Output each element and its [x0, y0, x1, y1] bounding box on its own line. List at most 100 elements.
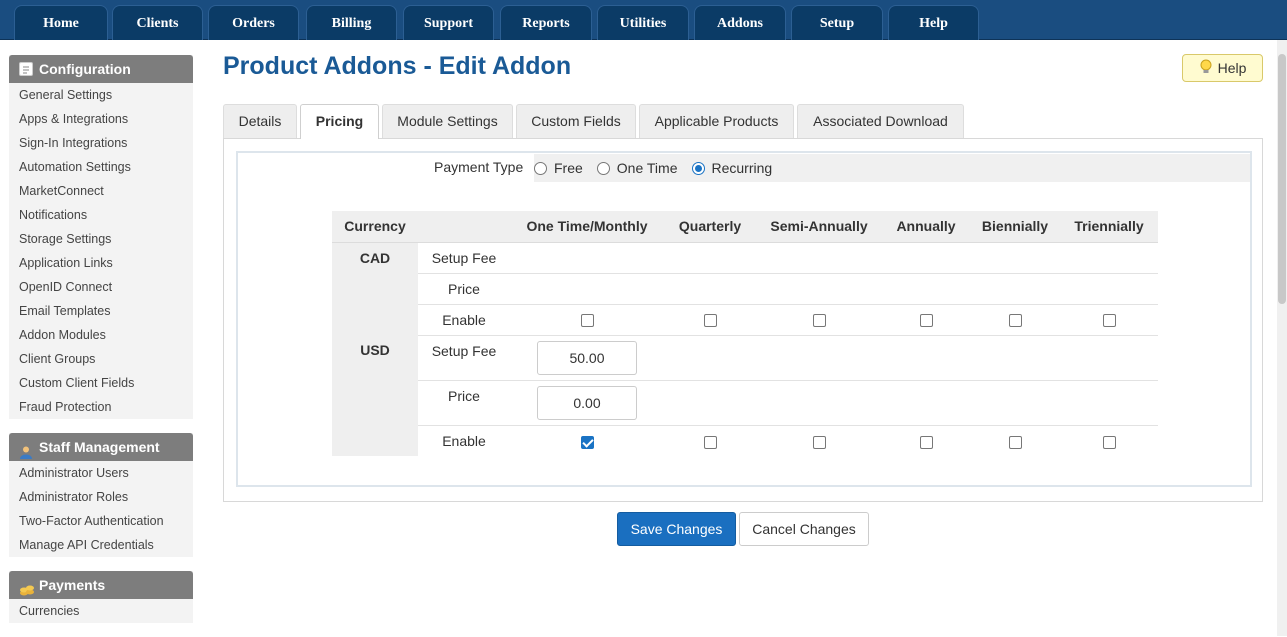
usd-enable-cell [664, 425, 756, 456]
usd-enable-biennially-checkbox[interactable] [1008, 435, 1022, 449]
top-navigation: Home Clients Orders Billing Support Repo… [0, 0, 1287, 40]
row-label: Setup Fee [418, 242, 510, 274]
nav-tab-setup[interactable]: Setup [791, 5, 883, 40]
row-label: Price [418, 380, 510, 426]
column-header: Semi-Annually [756, 211, 882, 243]
sidebar-item-application-links[interactable]: Application Links [9, 251, 193, 275]
cad-enable-quarterly-checkbox[interactable] [703, 314, 717, 328]
tab-applicable-products[interactable]: Applicable Products [639, 104, 794, 138]
tab-details[interactable]: Details [223, 104, 297, 138]
sidebar-item-email-templates[interactable]: Email Templates [9, 299, 193, 323]
cad-enable-cell [1060, 304, 1158, 336]
row-label: Price [418, 273, 510, 305]
nav-tab-billing[interactable]: Billing [306, 5, 397, 40]
table-row: Price 0.00 [332, 380, 1158, 426]
sidebar-item-currencies[interactable]: Currencies [9, 599, 193, 623]
payment-option-free[interactable]: Free [534, 160, 583, 176]
sidebar-item-manage-api-credentials[interactable]: Manage API Credentials [9, 533, 193, 557]
help-button[interactable]: Help [1182, 54, 1263, 82]
sidebar-item-sign-in-integrations[interactable]: Sign-In Integrations [9, 131, 193, 155]
usd-price-cell: 0.00 [510, 380, 664, 426]
usd-setup-fee-cell: 50.00 [510, 335, 664, 381]
sidebar-item-storage-settings[interactable]: Storage Settings [9, 227, 193, 251]
sidebar-item-apps-integrations[interactable]: Apps & Integrations [9, 107, 193, 131]
user-icon [19, 440, 33, 459]
nav-tab-clients[interactable]: Clients [112, 5, 203, 40]
page-scrollbar[interactable] [1277, 40, 1287, 636]
usd-enable-annually-checkbox[interactable] [919, 435, 933, 449]
cad-enable-triennially-checkbox[interactable] [1102, 314, 1116, 328]
sidebar-item-custom-client-fields[interactable]: Custom Client Fields [9, 371, 193, 395]
payment-option-one-time[interactable]: One Time [596, 160, 678, 176]
tab-associated-download[interactable]: Associated Download [797, 104, 964, 138]
pricing-inner: Payment Type Free One Time Recurring Cur… [236, 151, 1252, 487]
empty-cell [510, 273, 1158, 305]
cad-enable-monthly-checkbox[interactable] [580, 314, 594, 328]
usd-setup-fee-monthly-input[interactable]: 50.00 [537, 340, 637, 375]
nav-tab-addons[interactable]: Addons [694, 5, 786, 40]
cad-enable-biennially-checkbox[interactable] [1008, 314, 1022, 328]
tab-pricing[interactable]: Pricing [300, 104, 379, 139]
column-header: Currency [332, 211, 418, 243]
nav-tab-support[interactable]: Support [403, 5, 494, 40]
usd-enable-quarterly-checkbox[interactable] [703, 435, 717, 449]
sidebar-item-openid-connect[interactable]: OpenID Connect [9, 275, 193, 299]
tab-custom-fields[interactable]: Custom Fields [516, 104, 636, 138]
usd-enable-monthly-checkbox[interactable] [580, 435, 594, 449]
usd-enable-cell [882, 425, 970, 456]
sidebar-item-addon-modules[interactable]: Addon Modules [9, 323, 193, 347]
empty-cell [664, 335, 1158, 381]
sidebar-item-general-settings[interactable]: General Settings [9, 83, 193, 107]
save-changes-button[interactable]: Save Changes [617, 512, 736, 546]
sidebar-item-marketconnect[interactable]: MarketConnect [9, 179, 193, 203]
radio-one-time[interactable] [596, 161, 610, 175]
nav-tab-utilities[interactable]: Utilities [597, 5, 689, 40]
usd-price-monthly-input[interactable]: 0.00 [537, 385, 637, 420]
sidebar-header: Staff Management [9, 433, 193, 461]
empty-cell [664, 380, 1158, 426]
payment-option-label: Recurring [711, 160, 773, 176]
nav-tab-help[interactable]: Help [888, 5, 979, 40]
cancel-changes-button[interactable]: Cancel Changes [739, 512, 869, 546]
sidebar-item-client-groups[interactable]: Client Groups [9, 347, 193, 371]
tab-module-settings[interactable]: Module Settings [382, 104, 513, 138]
column-header: Annually [882, 211, 970, 243]
radio-free[interactable] [534, 161, 547, 175]
payment-option-recurring[interactable]: Recurring [691, 160, 773, 176]
nav-tab-home[interactable]: Home [14, 5, 108, 40]
sidebar-item-two-factor-authentication[interactable]: Two-Factor Authentication [9, 509, 193, 533]
pricing-panel: Payment Type Free One Time Recurring Cur… [223, 138, 1263, 502]
radio-recurring[interactable] [691, 161, 705, 175]
scrollbar-thumb[interactable] [1278, 54, 1286, 304]
coins-icon [19, 578, 34, 596]
column-header: Biennially [970, 211, 1060, 243]
sidebar-item-administrator-users[interactable]: Administrator Users [9, 461, 193, 485]
nav-tab-reports[interactable]: Reports [500, 5, 592, 40]
payment-type-label: Payment Type [434, 159, 524, 175]
sidebar-item-automation-settings[interactable]: Automation Settings [9, 155, 193, 179]
usd-enable-triennially-checkbox[interactable] [1102, 435, 1116, 449]
cad-enable-annually-checkbox[interactable] [919, 314, 933, 328]
row-label: Enable [442, 432, 486, 449]
sidebar-item-notifications[interactable]: Notifications [9, 203, 193, 227]
table-row: CAD Setup Fee [332, 242, 1158, 335]
column-header: One Time/Monthly [510, 211, 664, 243]
sidebar-item-fraud-protection[interactable]: Fraud Protection [9, 395, 193, 419]
sidebar-section-staff-management: Staff Management Administrator Users Adm… [9, 433, 193, 557]
help-label: Help [1217, 60, 1247, 76]
row-label: Setup Fee [418, 335, 510, 381]
sidebar-item-administrator-roles[interactable]: Administrator Roles [9, 485, 193, 509]
cad-enable-semiannually-checkbox[interactable] [812, 314, 826, 328]
cad-enable-cell [970, 304, 1060, 336]
usd-enable-cell [970, 425, 1060, 456]
lightbulb-icon [1199, 59, 1213, 78]
table-row: Enable [332, 304, 1158, 336]
nav-tab-orders[interactable]: Orders [208, 5, 299, 40]
empty-cell [510, 242, 1158, 274]
payment-option-label: Free [554, 160, 583, 176]
usd-enable-cell [1060, 425, 1158, 456]
table-row: USD Setup Fee 50.00 [332, 335, 1158, 456]
usd-enable-semiannually-checkbox[interactable] [812, 435, 826, 449]
table-row: Enable [332, 425, 1158, 456]
payment-option-label: One Time [616, 160, 678, 176]
